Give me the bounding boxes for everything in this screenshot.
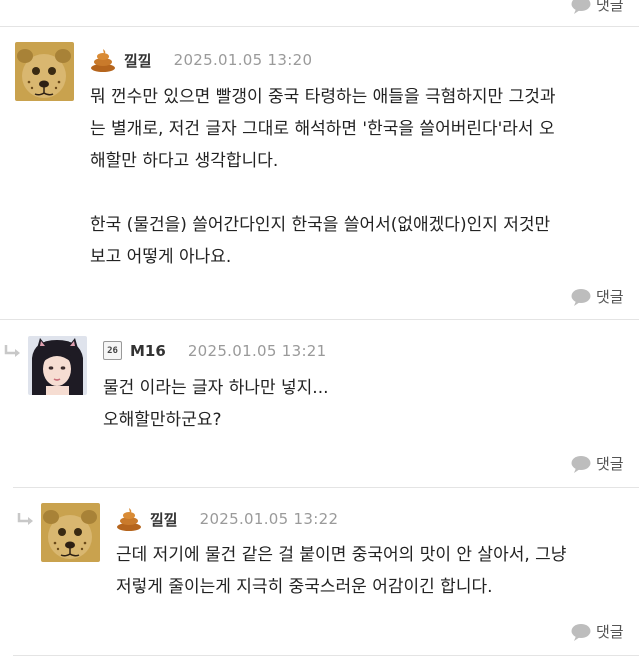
level-badge: 26 (103, 341, 122, 360)
comment-meta: 26 M16 2025.01.05 13:21 (103, 341, 327, 360)
reply-label: 댓글 (596, 288, 624, 306)
timestamp: 2025.01.05 13:22 (199, 510, 339, 528)
comment-body: 물건 이라는 글자 하나만 넣지... 오해할만하군요? (103, 378, 329, 430)
divider (13, 655, 639, 656)
speech-bubble-icon (571, 455, 591, 473)
reply-label: 댓글 (596, 455, 624, 473)
timestamp: 2025.01.05 13:20 (173, 51, 313, 69)
timestamp: 2025.01.05 13:21 (187, 341, 327, 360)
nickname[interactable]: M16 (130, 342, 166, 360)
reply-label: 댓글 (596, 623, 624, 641)
speech-bubble-icon (571, 0, 591, 14)
nickname[interactable]: 낄낄 (124, 50, 152, 71)
reply-arrow-icon (17, 513, 33, 525)
comment-meta: 낄낄 2025.01.05 13:20 (90, 48, 312, 72)
poop-icon (91, 49, 115, 72)
poop-icon (117, 508, 141, 531)
speech-bubble-icon (571, 288, 591, 306)
reply-label: 댓글 (596, 0, 624, 14)
speech-bubble-icon (571, 623, 591, 641)
reply-button[interactable]: 댓글 (571, 453, 624, 474)
comment-body: 뭐 껀수만 있으면 빨갱이 중국 타령하는 애들을 극혐하지만 그것과 는 별개… (90, 87, 556, 267)
avatar-cheetah[interactable] (15, 42, 74, 101)
reply-button[interactable]: 댓글 (571, 286, 624, 307)
divider (13, 487, 639, 488)
nickname[interactable]: 낄낄 (150, 509, 178, 530)
reply-button-prev[interactable]: 댓글 (571, 0, 624, 15)
comment-meta: 낄낄 2025.01.05 13:22 (116, 507, 338, 531)
avatar-catgirl[interactable] (28, 336, 87, 395)
reply-arrow-icon (4, 345, 20, 357)
divider (0, 26, 639, 27)
avatar-cheetah[interactable] (41, 503, 100, 562)
divider (0, 319, 639, 320)
reply-button[interactable]: 댓글 (571, 621, 624, 642)
comment-body: 근데 저기에 물건 같은 걸 붙이면 중국어의 맛이 안 살아서, 그냥 저렇게… (116, 545, 567, 597)
